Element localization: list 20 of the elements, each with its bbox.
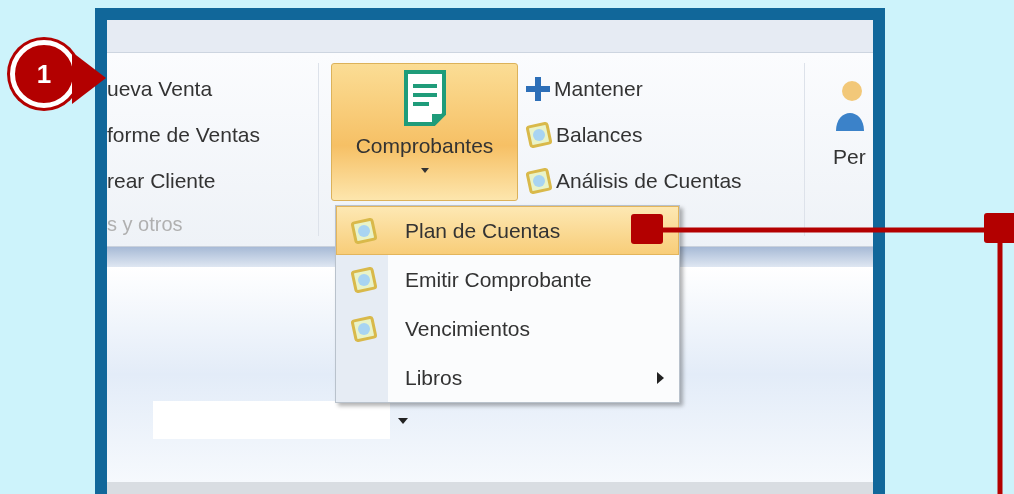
ribbon-item[interactable]: Mantener [524,66,804,112]
group-caption: s y otros [107,211,184,237]
dropdown-arrow-icon[interactable] [398,418,408,424]
ribbon-item[interactable]: ueva Venta [107,66,318,112]
ribbon-item[interactable]: forme de Ventas [107,112,318,158]
ribbon-item[interactable]: rear Cliente [107,158,318,204]
ribbon-item[interactable]: Análisis de Cuentas [524,158,804,204]
submenu-arrow-icon [657,371,664,384]
combo-field[interactable] [153,401,390,439]
ribbon-item[interactable]: Balances [524,112,804,158]
menu-item[interactable]: Vencimientos [336,304,679,353]
menu-item[interactable]: Plan de Cuentas [336,206,679,255]
ribbon-button-label[interactable]: Per [833,145,866,169]
badge-pointer [72,52,106,104]
menu-item[interactable]: Emitir Comprobante [336,255,679,304]
plus-icon [524,75,552,103]
document-icon [401,70,448,126]
comprobantes-button[interactable]: Comprobantes [331,63,518,201]
menu-item[interactable]: Libros [336,353,679,402]
caret-icon [420,168,429,173]
